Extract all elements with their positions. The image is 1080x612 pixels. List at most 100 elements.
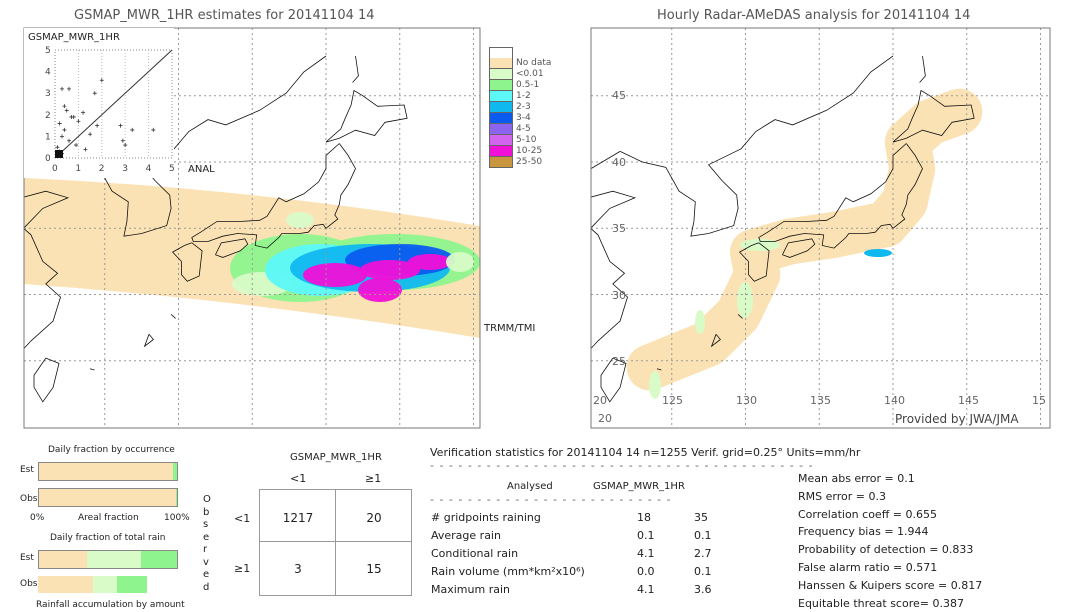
occ-obs-label: Obs — [20, 494, 38, 504]
legend-swatch — [489, 135, 513, 146]
total-rain-obs-bar — [38, 576, 176, 593]
score-line: RMS error = 0.3 — [798, 489, 886, 503]
stat-est: 0.1 — [694, 565, 712, 578]
stat-analysed: 4.1 — [637, 547, 655, 560]
total-rain-caption: Rainfall accumulation by amount — [36, 600, 185, 610]
occurrence-est-bar — [38, 462, 178, 481]
bar-segment — [93, 576, 117, 593]
score-line: Frequency bias = 1.944 — [798, 525, 929, 539]
y-tick-label: 0 — [45, 154, 51, 164]
contingency-table: 1217 20 3 15 — [259, 489, 412, 596]
bar-segment — [39, 551, 88, 568]
rain-area — [303, 263, 367, 287]
swath-label: TRMM/TMI — [484, 323, 536, 334]
coastline — [143, 334, 154, 348]
rain-area — [695, 310, 705, 334]
bar-segment — [141, 551, 177, 568]
cell-hits: 15 — [366, 562, 382, 576]
legend-swatch — [489, 113, 513, 124]
stat-label: Average rain — [431, 529, 501, 542]
left-map-title: GSMAP_MWR_1HR estimates for 20141104 14 — [74, 8, 375, 23]
coastline — [591, 151, 637, 350]
row-header-ge1: ≥1 — [234, 562, 251, 575]
legend-swatch — [489, 102, 513, 113]
contingency-title: GSMAP_MWR_1HR — [290, 452, 382, 463]
x-tick-label: 2 — [99, 164, 105, 174]
bar-segment — [39, 489, 176, 506]
y-tick-label: 1 — [45, 132, 51, 142]
lat-tick-label: 45 — [612, 89, 626, 102]
y-tick-label: 2 — [45, 111, 51, 121]
occ-est-label: Est — [20, 465, 34, 475]
occurrence-title: Daily fraction by occurrence — [48, 445, 175, 455]
stats-header: Verification statistics for 20141104 14 … — [430, 446, 861, 459]
legend-label: 4-5 — [516, 124, 531, 134]
bar-segment — [116, 576, 147, 593]
right-map-title: Hourly Radar-AMeDAS analysis for 2014110… — [657, 8, 971, 23]
rain-area — [408, 254, 452, 270]
score-line: Probability of detection = 0.833 — [798, 543, 974, 557]
legend-swatch — [489, 124, 513, 135]
occ-axis-left: 0% — [30, 513, 45, 523]
lon-tick-label: 15 — [1032, 394, 1046, 407]
bar-segment — [172, 463, 177, 480]
col-header-ge1: ≥1 — [365, 472, 382, 485]
stat-analysed: 18 — [637, 511, 651, 524]
rain-est-label: Est — [20, 553, 34, 563]
x-tick-label: 4 — [146, 164, 152, 174]
legend-label: <0.01 — [516, 69, 544, 79]
score-line: Correlation coeff = 0.655 — [798, 507, 937, 521]
lon-tick-label: 140 — [884, 394, 905, 407]
rain-area — [358, 278, 402, 302]
rain-area — [864, 249, 892, 257]
legend-swatch — [489, 58, 513, 69]
x-tick-label: 3 — [122, 164, 128, 174]
stat-analysed: 4.1 — [637, 583, 655, 596]
legend-label: 25-50 — [516, 157, 543, 167]
dense-points — [55, 150, 63, 158]
total-rain-est-bar — [38, 550, 178, 569]
right-map-body — [591, 28, 1050, 428]
occurrence-obs-bar — [38, 488, 178, 507]
stat-est: 3.6 — [694, 583, 712, 596]
lat-tick-label: 30 — [612, 288, 626, 302]
lon-tick-label: 135 — [810, 394, 831, 407]
inset-x-label: ANAL — [188, 164, 215, 175]
col-header-lt1: <1 — [290, 472, 307, 485]
rain-obs-label: Obs — [20, 579, 38, 589]
stat-label: Maximum rain — [431, 583, 510, 596]
score-line: Mean abs error = 0.1 — [798, 472, 915, 485]
score-line: Equitable threat score= 0.387 — [798, 596, 964, 610]
occ-axis-mid: Areal fraction — [78, 513, 139, 523]
stat-label: Rain volume (mm*km²x10⁶) — [431, 565, 585, 578]
bar-segment — [39, 463, 173, 480]
coastline — [170, 314, 176, 319]
lat-tick-label: 35 — [612, 222, 626, 235]
scatter-inset: 0 1 2 3 4 5 0 1 2 3 4 5 — [24, 28, 175, 178]
score-line: Hanssen & Kuipers score = 0.817 — [798, 578, 983, 592]
x-tick-label: 5 — [169, 164, 175, 174]
credit-label: Provided by JWA/JMA — [895, 412, 1019, 426]
occ-axis-right: 100% — [164, 513, 190, 523]
legend-label: 1-2 — [516, 91, 531, 101]
stat-est: 35 — [694, 511, 708, 524]
score-line: False alarm ratio = 0.571 — [798, 561, 938, 574]
row-header-lt1: <1 — [234, 512, 251, 525]
stat-label: Conditional rain — [431, 547, 519, 560]
legend-swatch — [489, 146, 513, 157]
legend-label: 5-10 — [516, 135, 537, 145]
y-tick-label: 5 — [45, 46, 51, 56]
rain-area — [286, 212, 314, 228]
lat-tick-label: 40 — [612, 155, 626, 169]
rain-area — [649, 371, 661, 399]
coastline — [325, 89, 408, 143]
coastline — [919, 55, 926, 83]
legend-label: 3-4 — [516, 113, 531, 123]
x-tick-label: 0 — [52, 164, 58, 174]
total-rain-title: Daily fraction of total rain — [50, 533, 166, 543]
rain-area — [446, 252, 474, 272]
observed-axis-label: Observed — [203, 494, 211, 593]
cell-false-alarms: 20 — [366, 511, 382, 525]
stat-analysed: 0.1 — [637, 529, 655, 542]
coastline — [89, 368, 95, 371]
